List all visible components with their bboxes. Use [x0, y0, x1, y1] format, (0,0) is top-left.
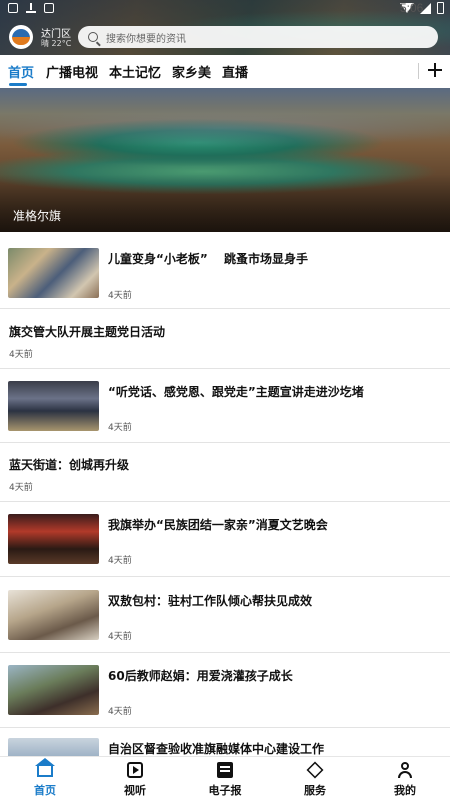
news-title: 自治区督查验收准旗融媒体中心建设工作 [108, 742, 325, 756]
news-time: 4天前 [108, 556, 132, 566]
news-item[interactable]: 双敖包村：驻村工作队倾心帮扶见成效 4天前 [0, 577, 450, 653]
news-title: 儿童变身“小老板” 跳蚤市场显身手 [108, 252, 308, 266]
news-time: 4天前 [9, 350, 33, 360]
add-channel-icon[interactable] [425, 59, 445, 81]
nav-home-label: 首页 [34, 784, 56, 797]
news-thumbnail [8, 665, 99, 715]
home-icon [35, 758, 55, 777]
news-item[interactable]: “听党话、感党恩、跟党走”主题宣讲走进沙圪堵 4天前 [0, 369, 450, 443]
news-item[interactable]: 我旗举办“民族团结一家亲”消夏文艺晚会 4天前 [0, 502, 450, 577]
news-thumbnail [8, 381, 99, 431]
nav-service[interactable]: 服务 [270, 757, 360, 800]
tab-broadcast[interactable]: 广播电视 [46, 62, 98, 81]
nav-video-label: 视听 [124, 784, 146, 797]
news-title: 旗交管大队开展主题党日活动 [9, 325, 166, 339]
news-thumbnail [8, 248, 99, 298]
newspaper-icon [217, 762, 233, 778]
nav-newspaper[interactable]: 电子报 [180, 757, 270, 800]
news-time: 4天前 [108, 291, 132, 301]
tab-live[interactable]: 直播 [222, 62, 248, 81]
area-weather: 晴 22°C [41, 39, 72, 48]
tab-local-memory[interactable]: 本土记忆 [109, 62, 161, 81]
download-icon [26, 3, 36, 13]
nav-profile-label: 我的 [394, 784, 416, 797]
video-icon [127, 762, 143, 778]
news-time: 4天前 [108, 632, 132, 642]
news-item[interactable]: 蓝天街道：创城再升级 4天前 [0, 443, 450, 502]
tab-home[interactable]: 首页 [8, 62, 34, 81]
news-title: “听党话、感党恩、跟党走”主题宣讲走进沙圪堵 [108, 385, 364, 399]
app-notification-icon [44, 3, 54, 13]
news-item[interactable]: 儿童变身“小老板” 跳蚤市场显身手 4天前 [0, 233, 450, 309]
nav-video[interactable]: 视听 [90, 757, 180, 800]
news-time: 4天前 [9, 483, 33, 493]
nav-profile[interactable]: 我的 [360, 757, 450, 800]
notification-icon [8, 3, 18, 13]
search-icon [88, 32, 98, 42]
banner-carousel[interactable]: 准格尔旗 [0, 88, 450, 232]
nav-home[interactable]: 首页 [0, 757, 90, 800]
nav-service-label: 服务 [304, 784, 326, 797]
bottom-nav: 首页 视听 电子报 服务 我的 [0, 756, 450, 800]
search-input[interactable]: 搜索你想要的资讯 [78, 26, 438, 48]
news-title: 我旗举办“民族团结一家亲”消夏文艺晚会 [108, 518, 328, 532]
user-icon [397, 762, 413, 778]
news-time: 4天前 [108, 423, 132, 433]
channel-tabs: 首页 广播电视 本土记忆 家乡美 直播 [0, 55, 450, 87]
news-thumbnail [8, 514, 99, 564]
search-placeholder: 搜索你想要的资讯 [106, 33, 186, 45]
news-title: 60后教师赵娟：用爱浇灌孩子成长 [108, 669, 293, 683]
active-tab-indicator [9, 83, 27, 86]
news-title: 蓝天街道：创城再升级 [9, 458, 130, 472]
header: 5:06 达门区 晴 22°C 搜索你想要的资讯 [0, 0, 450, 55]
layers-icon [306, 761, 324, 779]
news-thumbnail [8, 590, 99, 640]
news-item[interactable]: 60后教师赵娟：用爱浇灌孩子成长 4天前 [0, 653, 450, 728]
news-title: 双敖包村：驻村工作队倾心帮扶见成效 [108, 594, 313, 608]
banner-caption: 准格尔旗 [13, 209, 62, 223]
app-logo-icon[interactable] [9, 25, 33, 49]
battery-icon [437, 2, 444, 14]
nav-newspaper-label: 电子报 [208, 784, 242, 797]
news-time: 4天前 [108, 707, 132, 717]
news-item[interactable]: 旗交管大队开展主题党日活动 4天前 [0, 309, 450, 369]
status-time: 5:06 [400, 1, 424, 15]
tabs-divider [418, 63, 419, 79]
status-bar: 5:06 [0, 0, 450, 20]
tab-hometown[interactable]: 家乡美 [172, 62, 211, 81]
